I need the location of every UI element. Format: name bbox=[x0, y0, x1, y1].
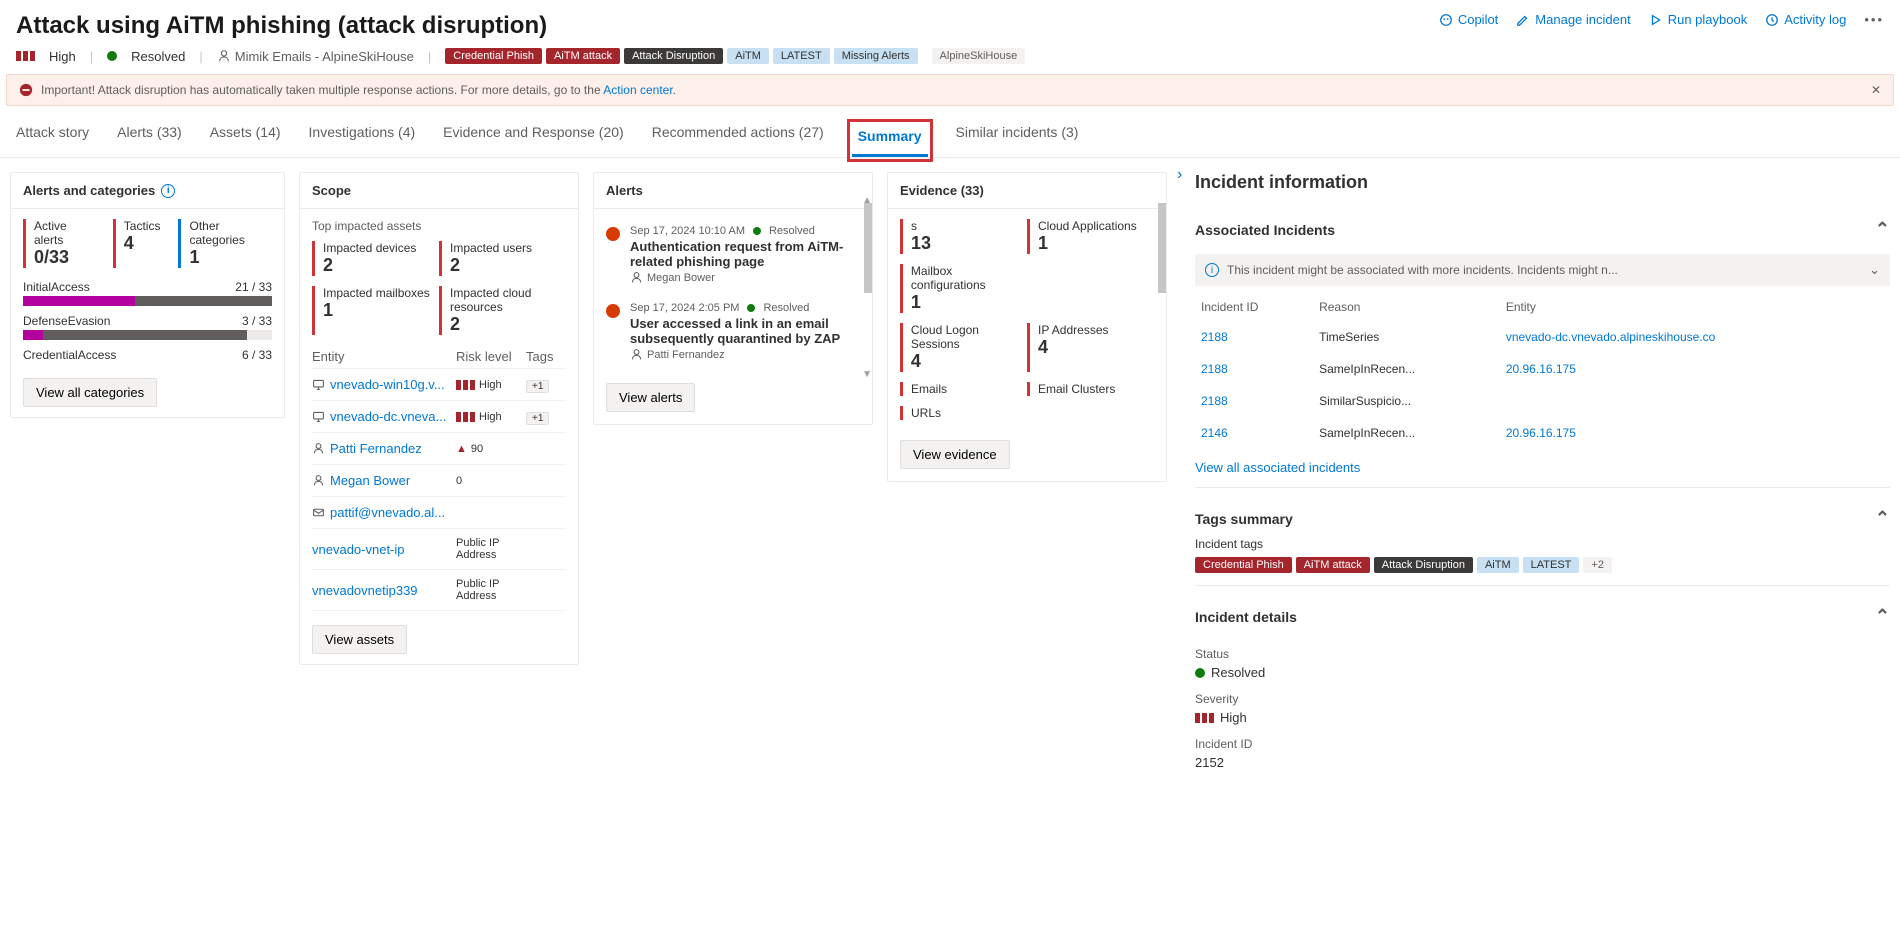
expand-banner-button[interactable]: ⌄ bbox=[1869, 262, 1880, 278]
scope-stat: Impacted devices2 bbox=[312, 241, 439, 276]
scope-stat: Impacted cloud resources2 bbox=[439, 286, 566, 335]
alerts-categories-panel: Alerts and categoriesi Active alerts0/33… bbox=[10, 172, 285, 418]
evidence-item: s13 bbox=[900, 219, 1027, 254]
stat-block: Other categories1 bbox=[178, 219, 272, 268]
alerts-panel: Alerts Sep 17, 2024 10:10 AMResolved Aut… bbox=[593, 172, 873, 425]
severity-icon bbox=[1195, 713, 1214, 723]
tab-summary[interactable]: Summary bbox=[852, 124, 928, 157]
close-banner-button[interactable]: ✕ bbox=[1871, 83, 1881, 97]
status-dot-icon bbox=[107, 51, 117, 61]
collapse-sidebar-button[interactable]: › bbox=[1177, 166, 1182, 184]
incident-tag[interactable]: AiTM bbox=[727, 48, 769, 64]
scope-panel: Scope Top impacted assets Impacted devic… bbox=[299, 172, 579, 665]
alert-dot-icon bbox=[606, 227, 620, 241]
incident-tag[interactable]: AiTM attack bbox=[1296, 557, 1370, 573]
page-title: Attack using AiTM phishing (attack disru… bbox=[16, 12, 547, 40]
tab-assets-[interactable]: Assets (14) bbox=[210, 124, 281, 157]
owner-link[interactable]: Mimik Emails - AlpineSkiHouse bbox=[217, 49, 414, 64]
tab-evidence-and-response-[interactable]: Evidence and Response (20) bbox=[443, 124, 624, 157]
stat-block: Active alerts0/33 bbox=[23, 219, 95, 268]
view-all-associated-link[interactable]: View all associated incidents bbox=[1195, 460, 1890, 475]
category-row: DefenseEvasion3 / 33 bbox=[23, 314, 272, 340]
info-icon[interactable]: i bbox=[161, 184, 175, 198]
category-row: CredentialAccess6 / 33 bbox=[23, 348, 272, 362]
severity-label: High bbox=[49, 49, 76, 64]
entity-row[interactable]: vnevado-dc.vneva... High+1 bbox=[312, 401, 566, 433]
status-label: Resolved bbox=[131, 49, 185, 64]
status-dot-icon bbox=[1195, 668, 1205, 678]
scope-stat: Impacted users2 bbox=[439, 241, 566, 276]
run-playbook-button[interactable]: Run playbook bbox=[1649, 12, 1748, 27]
incident-meta: High | Resolved | Mimik Emails - AlpineS… bbox=[0, 40, 1900, 74]
manage-incident-button[interactable]: Manage incident bbox=[1516, 12, 1630, 27]
evidence-item: Cloud Logon Sessions4 bbox=[900, 323, 1027, 372]
view-alerts-button[interactable]: View alerts bbox=[606, 383, 695, 412]
tab-alerts-[interactable]: Alerts (33) bbox=[117, 124, 182, 157]
more-tags-button[interactable]: +2 bbox=[1583, 557, 1612, 573]
incident-tag[interactable]: Attack Disruption bbox=[1374, 557, 1473, 573]
incident-tag[interactable]: AiTM attack bbox=[546, 48, 620, 64]
associated-incident-row[interactable]: 2188TimeSeriesvnevado-dc.vnevado.alpines… bbox=[1197, 322, 1888, 352]
action-banner: Important! Attack disruption has automat… bbox=[6, 74, 1894, 106]
incident-tag[interactable]: LATEST bbox=[773, 48, 830, 64]
entity-row[interactable]: vnevadovnetip339Public IP Address bbox=[312, 570, 566, 611]
alert-item[interactable]: Sep 17, 2024 2:05 PMResolved User access… bbox=[606, 296, 860, 373]
evidence-item: URLs bbox=[900, 406, 1027, 420]
category-row: InitialAccess21 / 33 bbox=[23, 280, 272, 306]
severity-icon bbox=[16, 51, 35, 61]
view-assets-button[interactable]: View assets bbox=[312, 625, 407, 654]
incident-tag[interactable]: Attack Disruption bbox=[624, 48, 723, 64]
incident-tag[interactable]: Missing Alerts bbox=[834, 48, 918, 64]
view-evidence-button[interactable]: View evidence bbox=[900, 440, 1010, 469]
evidence-panel: Evidence (33) s13Cloud Applications1Mail… bbox=[887, 172, 1167, 482]
action-center-link[interactable]: Action center bbox=[603, 83, 672, 97]
copilot-button[interactable]: Copilot bbox=[1439, 12, 1498, 27]
more-button[interactable]: ••• bbox=[1864, 12, 1884, 27]
alert-item[interactable]: Sep 17, 2024 10:10 AMResolved Authentica… bbox=[606, 219, 860, 296]
org-tag: AlpineSkiHouse bbox=[932, 48, 1026, 64]
associated-incidents-toggle[interactable]: Associated Incidents⌃ bbox=[1195, 211, 1890, 248]
associated-incident-row[interactable]: 2188SameIpInRecen...20.96.16.175 bbox=[1197, 354, 1888, 384]
evidence-item: Mailbox configurations1 bbox=[900, 264, 1027, 313]
entity-row[interactable]: Patti Fernandez▲ 90 bbox=[312, 433, 566, 465]
header-actions: Copilot Manage incident Run playbook Act… bbox=[1439, 12, 1884, 27]
tabs: Attack story Alerts (33) Assets (14) Invest… bbox=[0, 106, 1900, 158]
entity-row[interactable]: Megan Bower0 bbox=[312, 465, 566, 497]
evidence-item: Emails bbox=[900, 382, 1027, 396]
activity-log-button[interactable]: Activity log bbox=[1765, 12, 1846, 27]
incident-tag[interactable]: LATEST bbox=[1523, 557, 1580, 573]
entity-row[interactable]: vnevado-vnet-ipPublic IP Address bbox=[312, 529, 566, 570]
scope-stat: Impacted mailboxes1 bbox=[312, 286, 439, 335]
associated-incident-row[interactable]: 2188SimilarSuspicio... bbox=[1197, 386, 1888, 416]
view-categories-button[interactable]: View all categories bbox=[23, 378, 157, 407]
incident-tag[interactable]: Credential Phish bbox=[1195, 557, 1292, 573]
alert-dot-icon bbox=[606, 304, 620, 318]
evidence-item: Email Clusters bbox=[1027, 382, 1154, 396]
tab-investigations-[interactable]: Investigations (4) bbox=[309, 124, 416, 157]
incident-details-toggle[interactable]: Incident details⌃ bbox=[1195, 598, 1890, 635]
info-icon: i bbox=[1205, 263, 1219, 277]
entity-row[interactable]: pattif@vnevado.al... bbox=[312, 497, 566, 529]
tags-summary-toggle[interactable]: Tags summary⌃ bbox=[1195, 500, 1890, 537]
stat-block: Tactics4 bbox=[113, 219, 161, 268]
incident-tag[interactable]: AiTM bbox=[1477, 557, 1519, 573]
evidence-item: IP Addresses4 bbox=[1027, 323, 1154, 372]
tab-similar-incidents-[interactable]: Similar incidents (3) bbox=[956, 124, 1079, 157]
entity-row[interactable]: vnevado-win10g.v... High+1 bbox=[312, 369, 566, 401]
evidence-item: Cloud Applications1 bbox=[1027, 219, 1154, 254]
tab-recommended-actions-[interactable]: Recommended actions (27) bbox=[652, 124, 824, 157]
incident-info-sidebar: › Incident information Associated Incide… bbox=[1181, 172, 1890, 782]
incident-tag[interactable]: Credential Phish bbox=[445, 48, 542, 64]
tab-attack-story[interactable]: Attack story bbox=[16, 124, 89, 157]
associated-incident-row[interactable]: 2146SameIpInRecen...20.96.16.175 bbox=[1197, 418, 1888, 448]
assoc-info-banner: i This incident might be associated with… bbox=[1195, 254, 1890, 286]
